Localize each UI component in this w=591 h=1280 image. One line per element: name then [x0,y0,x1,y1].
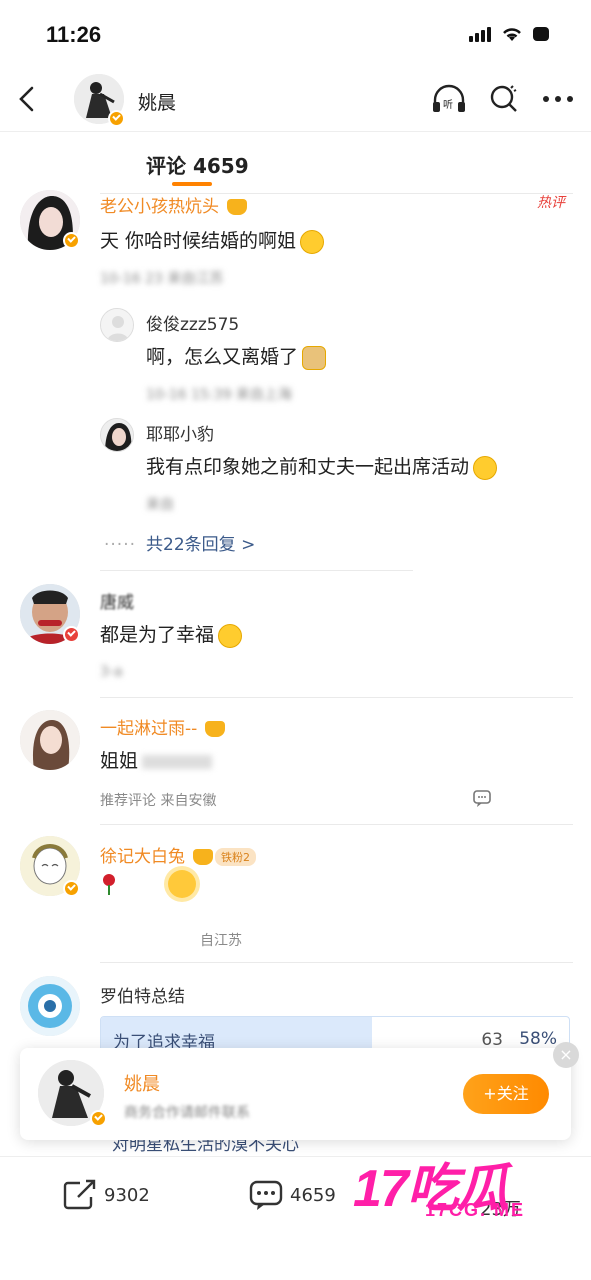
doge-emoji-icon [302,345,327,370]
comment-divider [100,962,573,963]
crown-icon [193,849,213,865]
headphones-icon[interactable]: 听 [431,84,467,114]
verified-badge-icon [63,880,80,897]
comment-text: 都是为了幸福 [100,620,243,648]
verified-badge-icon [63,232,80,249]
follow-card: 姚晨 商务合作请邮件联系 +关注 × [20,1042,579,1140]
back-icon[interactable] [14,84,40,114]
verified-badge-icon [90,1110,107,1127]
reply-meta: 10-16 15:39 来自上海 [146,387,292,403]
watermark-logo: 17吃瓜 17CG. ME [353,1146,573,1230]
follow-card-name[interactable]: 姚晨 [124,1070,160,1096]
svg-text:听: 听 [443,99,453,111]
more-replies-link[interactable]: ····· 共22条回复 > [104,530,255,555]
comment-text-content: 都是为了幸福 [100,624,215,646]
comment-author-name[interactable]: 一起淋过雨-- [100,719,197,739]
comment-text [100,870,197,898]
status-time: 11:26 [46,22,102,47]
blurred-text [142,754,213,769]
reply-meta: 来自 [146,497,174,513]
comment-text-content: 姐姐 [100,750,139,772]
comment-icon[interactable] [472,788,492,808]
battery-icon [533,27,549,41]
fan-badge: 铁粉2 [215,848,256,866]
signal-icon [469,26,491,42]
follow-button[interactable]: +关注 [463,1074,549,1114]
poll-percent: 58% [519,1029,557,1049]
rose-emoji-icon [100,873,118,895]
comment-divider [100,824,573,825]
comment-author[interactable]: 老公小孩热炕头 [100,192,247,217]
smile-emoji-icon [473,455,498,480]
poll-count: 63 [481,1030,503,1050]
comment-text: 天 你哈时候结婚的啊姐 [100,226,325,254]
status-icons [469,26,549,42]
comment-button[interactable]: 4659 [248,1179,336,1211]
comment-author-name[interactable]: 老公小孩热炕头 [100,197,219,217]
avatar[interactable] [20,710,80,770]
page-header: 姚晨 听 [0,70,591,132]
comment-author[interactable]: 一起淋过雨-- [100,714,226,739]
repost-icon [63,1179,96,1210]
verified-badge-icon [108,110,125,127]
status-bar: 11:26 [0,0,591,70]
comment-divider [100,697,573,698]
more-replies-label[interactable]: 共22条回复 > [146,535,255,555]
comment-icon [249,1180,283,1210]
wifi-icon [503,28,521,41]
reply-text: 我有点印象她之前和丈夫一起出席活动 [146,452,498,480]
reply-author[interactable]: 俊俊zzz575 [146,310,239,335]
follow-card-description: 商务合作请邮件联系 [124,1105,250,1121]
repost-button[interactable]: 9302 [62,1179,150,1211]
sun-emoji-icon [168,870,197,898]
avatar[interactable] [20,976,80,1036]
comment-text: 姐姐 [100,746,213,773]
watermark-url: 17CG. ME [425,1200,526,1220]
comment-author-name[interactable]: 徐记大白兔 [100,847,185,867]
shocked-emoji-icon [218,623,243,648]
comment-meta: 3-a [100,664,123,680]
avatar[interactable] [100,308,134,342]
comment-meta: 10-16 23 来自江苏 [100,271,224,287]
crown-icon [227,199,247,215]
comment-meta: 自江苏 [200,933,242,949]
reply-text: 啊，怎么又离婚了 [146,342,327,370]
more-icon[interactable] [541,94,575,104]
comment-text-content: 天 你哈时候结婚的啊姐 [100,230,297,252]
reply-text-content: 啊，怎么又离婚了 [146,346,299,368]
search-icon[interactable] [489,84,519,114]
ellipsis-icon: ····· [104,535,137,555]
avatar[interactable] [100,418,134,452]
close-icon[interactable]: × [553,1042,579,1068]
header-title: 姚晨 [138,92,177,114]
comment-author[interactable]: 徐记大白兔 铁粉2 [100,842,256,867]
hot-comment-badge: 热评 [537,195,565,211]
comment-count: 4659 [290,1184,336,1206]
comment-divider [100,570,413,571]
comment-author[interactable]: 罗伯特总结 [100,982,185,1007]
emoji-icon [300,229,325,254]
tab-indicator [172,182,212,186]
reply-author[interactable]: 耶耶小豹 [146,420,214,445]
comment-author[interactable]: 唐威 [100,588,134,613]
repost-count: 9302 [104,1184,150,1206]
reply-text-content: 我有点印象她之前和丈夫一起出席活动 [146,456,470,478]
tab-comments[interactable]: 评论 4659 [146,150,249,179]
verified-badge-icon [63,626,80,643]
crown-icon [205,721,226,737]
comment-meta: 推荐评论 来自安徽 [100,793,217,809]
